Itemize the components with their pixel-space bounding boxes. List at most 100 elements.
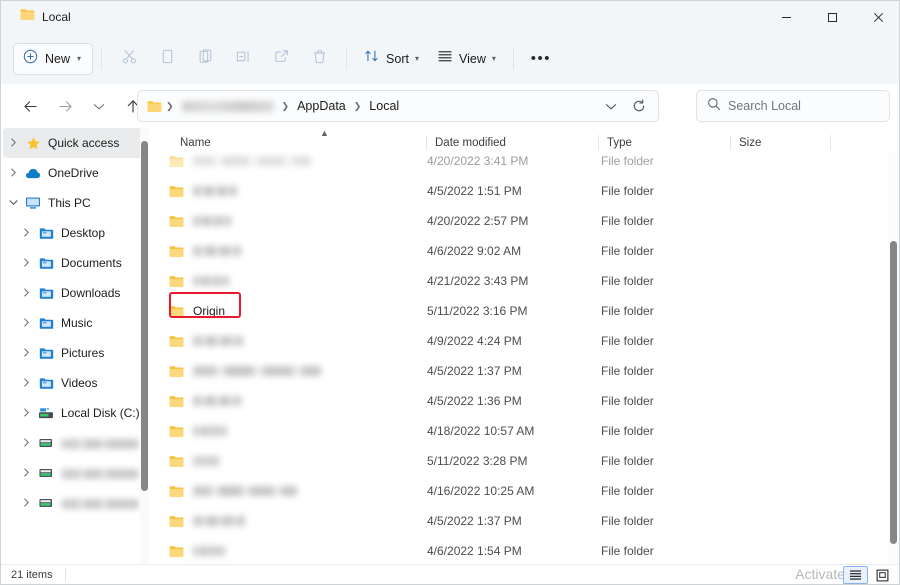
sidebar-item-network-drive-12[interactable] xyxy=(3,488,143,518)
cut-button[interactable] xyxy=(110,43,148,75)
trash-icon xyxy=(311,48,328,70)
new-button-label: New xyxy=(45,51,71,66)
file-name-label xyxy=(193,486,297,496)
date-modified-cell: 4/6/2022 9:02 AM xyxy=(427,244,522,258)
chevron-right-icon[interactable] xyxy=(16,497,36,509)
chevron-right-icon[interactable] xyxy=(3,137,23,149)
date-modified-cell: 4/20/2022 2:57 PM xyxy=(427,214,529,228)
copy-button[interactable] xyxy=(148,43,186,75)
folder-blue-icon xyxy=(36,227,56,240)
rename-button[interactable] xyxy=(224,43,262,75)
type-cell: File folder xyxy=(601,514,654,528)
chevron-right-icon[interactable] xyxy=(16,287,36,299)
table-row[interactable]: 4/6/2022 1:54 PM File folder xyxy=(151,536,893,566)
delete-button[interactable] xyxy=(300,43,338,75)
view-button[interactable]: View ▾ xyxy=(428,43,505,75)
sort-button[interactable]: Sort ▾ xyxy=(355,43,428,75)
sidebar-item-pictures[interactable]: Pictures xyxy=(3,338,143,368)
column-header-name-label: Name xyxy=(180,137,211,149)
chevron-right-icon[interactable] xyxy=(3,167,23,179)
maximize-button[interactable] xyxy=(809,1,855,33)
table-row[interactable]: 4/5/2022 1:36 PM File folder xyxy=(151,386,893,416)
status-divider xyxy=(64,568,66,581)
folder-icon xyxy=(169,545,184,558)
large-icons-view-icon[interactable] xyxy=(870,566,895,584)
more-options-button[interactable]: ••• xyxy=(522,43,560,75)
chevron-right-icon[interactable] xyxy=(16,467,36,479)
chevron-right-icon[interactable] xyxy=(16,227,36,239)
table-row[interactable]: 4/5/2022 1:37 PM File folder xyxy=(151,506,893,536)
folder-icon xyxy=(169,215,184,228)
sidebar-item-local-disk-c[interactable]: Local Disk (C:) xyxy=(3,398,143,428)
sidebar-item-label xyxy=(61,498,139,509)
share-button[interactable] xyxy=(262,43,300,75)
table-row[interactable]: 4/16/2022 10:25 AM File folder xyxy=(151,476,893,506)
table-row[interactable]: 4/6/2022 9:02 AM File folder xyxy=(151,236,893,266)
sidebar-item-downloads[interactable]: Downloads xyxy=(3,278,143,308)
sidebar-item-videos[interactable]: Videos xyxy=(3,368,143,398)
minimize-button[interactable] xyxy=(763,1,809,33)
sidebar-item-label: Local Disk (C:) xyxy=(61,406,140,420)
star-icon xyxy=(23,136,43,151)
search-box[interactable] xyxy=(696,90,890,122)
column-header-date-modified[interactable]: Date modified xyxy=(427,128,599,152)
table-row[interactable]: 4/21/2022 3:43 PM File folder xyxy=(151,266,893,296)
plus-circle-icon xyxy=(23,49,38,69)
column-header-type[interactable]: Type xyxy=(599,128,731,152)
table-row[interactable]: 4/18/2022 10:57 AM File folder xyxy=(151,416,893,446)
sidebar-item-this-pc[interactable]: This PC xyxy=(3,188,143,218)
search-input[interactable] xyxy=(728,99,878,113)
status-bar: 21 items Activate xyxy=(1,564,899,584)
recent-locations-button[interactable] xyxy=(84,91,114,121)
breadcrumb-segment-user[interactable] xyxy=(181,100,274,112)
table-row[interactable]: 4/9/2022 4:24 PM File folder xyxy=(151,326,893,356)
column-divider[interactable] xyxy=(830,135,831,150)
chevron-right-icon[interactable] xyxy=(16,347,36,359)
breadcrumb-segment-appdata[interactable]: AppData xyxy=(293,97,350,115)
sidebar-item-desktop[interactable]: Desktop xyxy=(3,218,143,248)
column-header-name[interactable]: Name xyxy=(149,128,427,152)
sidebar-item-network-drive-10[interactable] xyxy=(3,428,143,458)
file-name-label xyxy=(193,216,231,226)
sidebar-item-documents[interactable]: Documents xyxy=(3,248,143,278)
chevron-right-icon[interactable] xyxy=(16,257,36,269)
sidebar-scrollbar-thumb[interactable] xyxy=(141,141,148,491)
chevron-down-icon[interactable] xyxy=(3,199,23,208)
chevron-right-icon[interactable] xyxy=(16,407,36,419)
file-name-cell xyxy=(151,545,427,558)
close-button[interactable] xyxy=(855,1,899,33)
chevron-right-icon[interactable] xyxy=(16,377,36,389)
file-name-cell xyxy=(151,275,427,288)
navigation-pane: Quick access OneDrive This PC Desktop Docume… xyxy=(1,128,148,566)
sidebar-item-onedrive[interactable]: OneDrive xyxy=(3,158,143,188)
chevron-down-icon[interactable] xyxy=(598,93,624,119)
chevron-right-icon[interactable] xyxy=(16,437,36,449)
paste-button[interactable] xyxy=(186,43,224,75)
forward-button[interactable] xyxy=(50,91,80,121)
sidebar-item-quick-access[interactable]: Quick access xyxy=(3,128,143,158)
details-view-icon[interactable] xyxy=(843,566,868,584)
chevron-right-icon[interactable] xyxy=(16,317,36,329)
rename-icon xyxy=(235,48,252,70)
refresh-icon[interactable] xyxy=(626,93,652,119)
file-name-cell xyxy=(151,155,427,168)
explorer-tab-local[interactable]: Local xyxy=(11,5,80,29)
table-row[interactable]: 4/5/2022 1:37 PM File folder xyxy=(151,356,893,386)
table-row[interactable]: 5/11/2022 3:28 PM File folder xyxy=(151,446,893,476)
new-button[interactable]: New ▾ xyxy=(13,42,94,75)
file-name-cell xyxy=(151,365,427,378)
table-row[interactable]: 4/20/2022 2:57 PM File folder xyxy=(151,206,893,236)
table-row[interactable]: 4/5/2022 1:51 PM File folder xyxy=(151,176,893,206)
back-button[interactable] xyxy=(15,91,45,121)
breadcrumb[interactable]: ❯ ❯ AppData ❯ Local xyxy=(137,90,659,122)
file-list-scrollbar-thumb[interactable] xyxy=(890,241,897,544)
table-row[interactable]: Origin 5/11/2022 3:16 PM File folder xyxy=(151,296,893,326)
breadcrumb-segment-local[interactable]: Local xyxy=(365,97,403,115)
column-header-size[interactable]: Size xyxy=(731,128,831,152)
sidebar-item-music[interactable]: Music xyxy=(3,308,143,338)
file-name-label xyxy=(193,516,245,526)
sidebar-item-network-drive-11[interactable] xyxy=(3,458,143,488)
file-name-label xyxy=(193,396,241,406)
file-name-cell xyxy=(151,455,427,468)
folder-icon xyxy=(169,335,184,348)
